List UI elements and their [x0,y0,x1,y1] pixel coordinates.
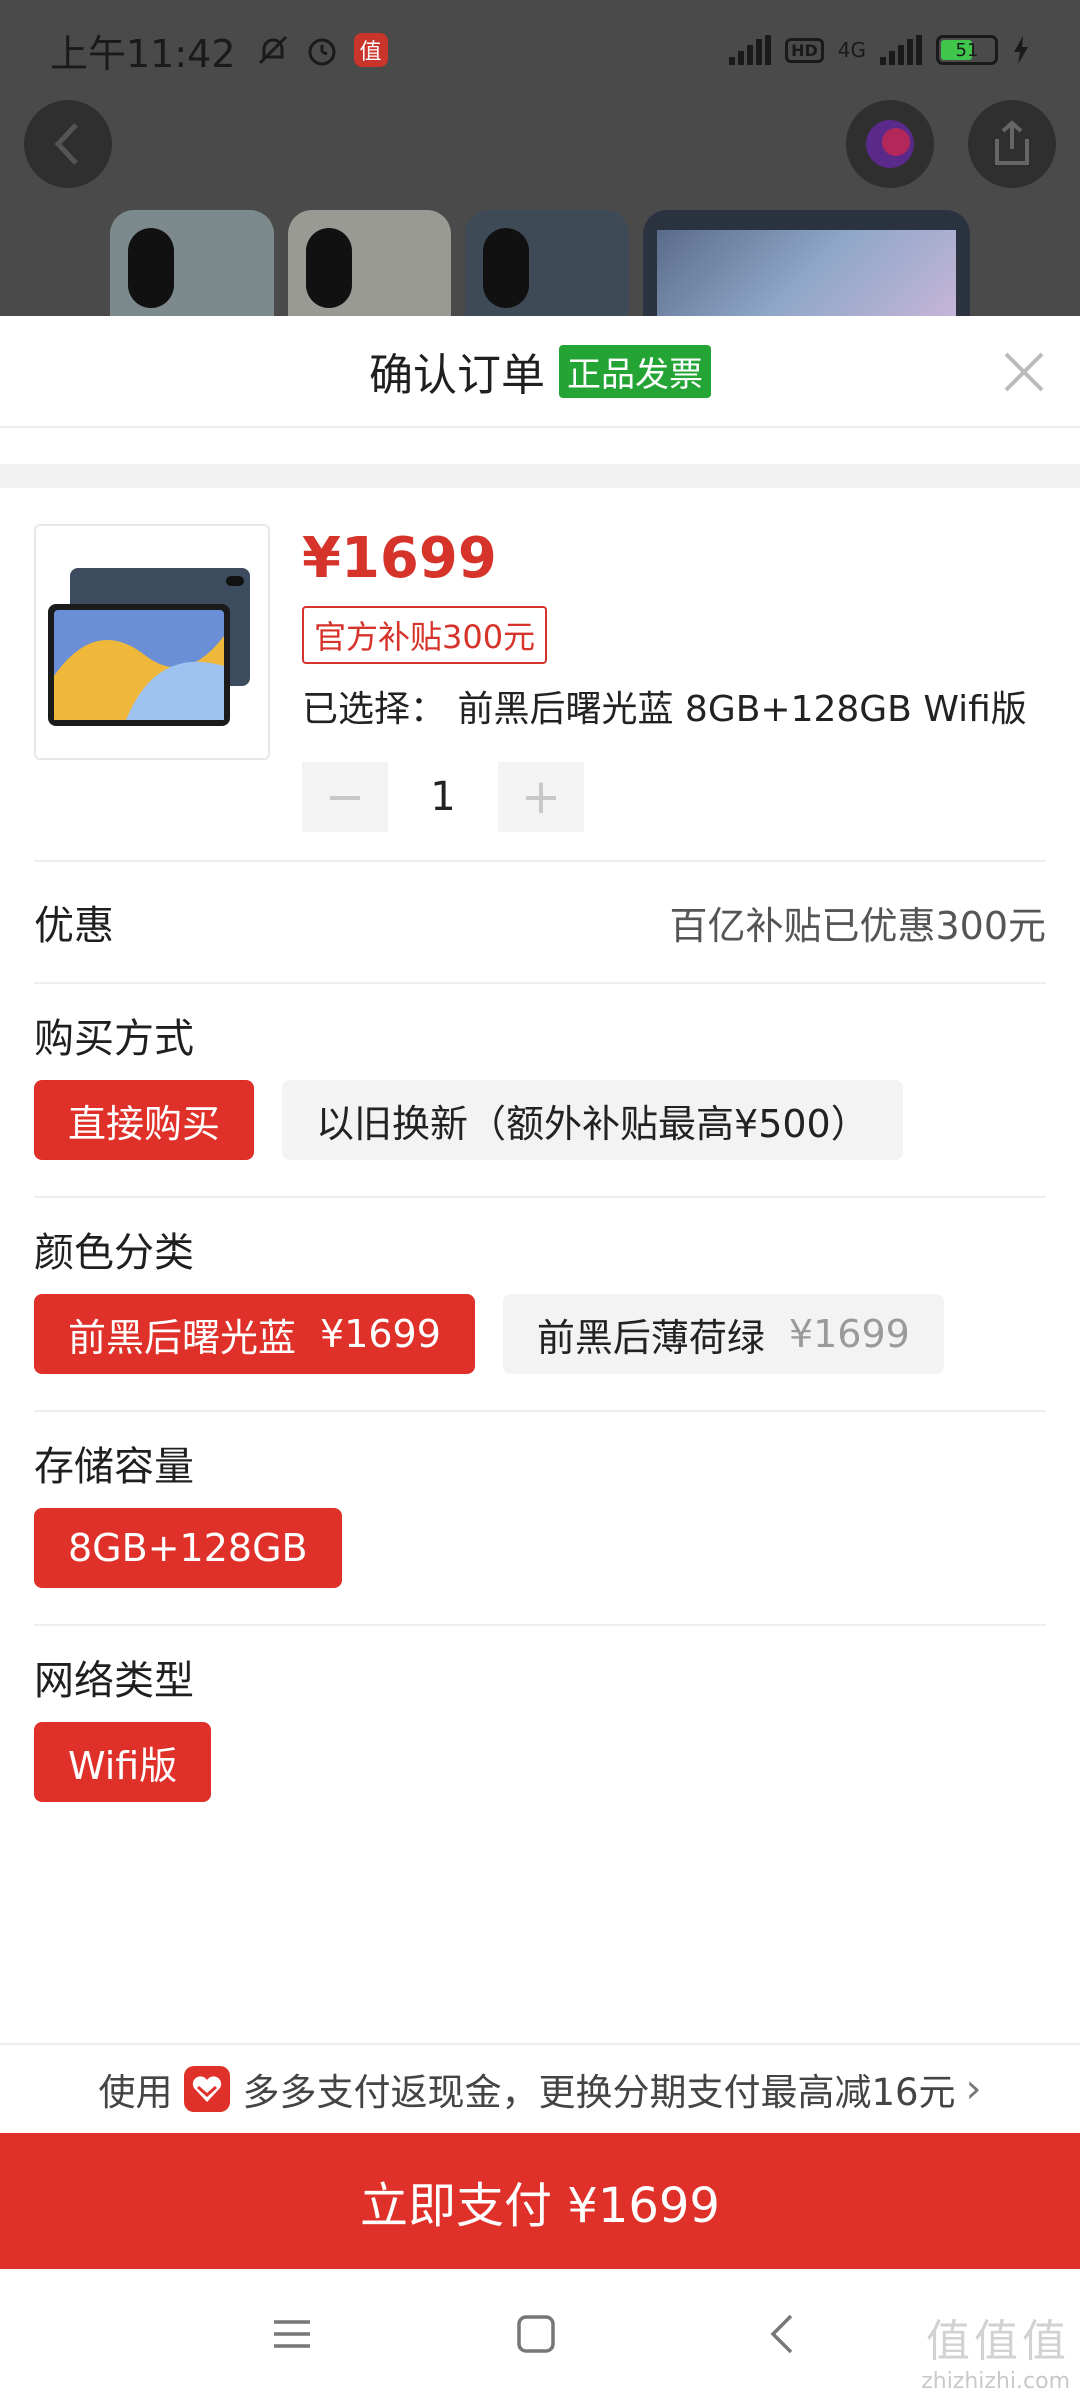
watermark-url: zhizhizhi.com [921,2369,1070,2394]
watermark-logo: 值值值 [926,2316,1070,2367]
system-nav-bar: 值值值 zhizhizhi.com [0,2269,1080,2400]
option-storage-8-128[interactable]: 8GB+128GB [34,1508,342,1588]
color-title: 颜色分类 [34,1230,194,1276]
promo-prefix: 使用 [98,2071,173,2114]
pay-now-button[interactable]: 立即支付 ¥1699 [0,2133,1080,2269]
increase-button[interactable]: + [498,762,584,832]
selected-spec: 已选择： 前黑后曙光蓝 8GB+128GB Wifi版 [302,680,1027,732]
battery-level: 51 [955,39,979,61]
close-icon[interactable] [998,346,1050,398]
back-button[interactable] [24,100,112,188]
watermark: 值值值 zhizhizhi.com [921,2305,1070,2394]
color-blue-label: 前黑后曙光蓝 [68,1315,297,1360]
subsidy-tag: 官方补贴300元 [302,606,548,664]
nav-back-icon [770,2314,793,2354]
quantity-value[interactable]: 1 [388,774,498,820]
hero-device-2 [287,210,452,320]
color-mint-label: 前黑后薄荷绿 [536,1315,765,1360]
alarm-icon [308,38,336,66]
color-mint-price: ¥1699 [788,1312,910,1356]
option-trade-in[interactable]: 以旧换新（额外补贴最高¥500） [282,1080,903,1160]
menu-icon [274,2320,310,2348]
heart-icon [184,2066,231,2112]
selected-value: 前黑后曙光蓝 8GB+128GB Wifi版 [457,689,1027,730]
share-button[interactable] [968,100,1056,188]
hd-badge: HD [785,37,824,63]
sheet-title: 确认订单 [369,350,545,401]
option-color-blue[interactable]: 前黑后曙光蓝 ¥1699 [34,1294,475,1374]
purchase-method-section: 购买方式 直接购买 以旧换新（额外补贴最高¥500） [0,984,1080,1196]
decrease-button[interactable]: − [302,762,388,832]
status-bar: 上午11:42 值 HD 4G 51 [0,0,1080,100]
option-wifi[interactable]: Wifi版 [34,1722,212,1802]
back-icon [54,123,78,165]
hero-device-4 [642,210,970,320]
home-button[interactable] [506,2309,566,2359]
discount-value: 百亿补贴已优惠300元 [669,903,1046,948]
signal-icon-2 [880,35,922,65]
selected-label: 已选择： [302,689,447,730]
storage-title: 存储容量 [34,1444,194,1490]
network-section: 网络类型 Wifi版 [0,1626,1080,1838]
tablet-image [48,568,250,726]
signal-icon [729,35,772,65]
network-title: 网络类型 [34,1658,194,1704]
storage-section: 存储容量 8GB+128GB [0,1412,1080,1624]
discount-row: 优惠 百亿补贴已优惠300元 [0,862,1080,982]
quantity-stepper: − 1 + [302,762,584,832]
product-hero-images [110,210,970,320]
menu-button[interactable] [262,2309,322,2359]
chevron-right-icon: › [965,2066,982,2112]
share-icon [995,120,1029,165]
product-summary: ¥1699 官方补贴300元 已选择： 前黑后曙光蓝 8GB+128GB Wif… [0,488,1080,860]
sheet-header: 确认订单 正品发票 [0,316,1080,428]
nav-back-button[interactable] [752,2309,812,2359]
hero-device-3 [465,210,629,320]
separator-band [0,464,1080,488]
background-page: 上午11:42 值 HD 4G 51 [0,0,1080,320]
app-notification-icon: 值 [353,33,388,67]
battery-icon: 51 [936,35,998,65]
color-section: 颜色分类 前黑后曙光蓝 ¥1699 前黑后薄荷绿 ¥1699 [0,1198,1080,1410]
brand-logo-icon [866,120,914,168]
mute-icon [258,35,287,65]
home-icon [517,2315,555,2353]
product-thumbnail [34,524,270,760]
charging-icon [1014,36,1028,64]
brand-button[interactable] [846,100,934,188]
product-price: ¥1699 [302,526,497,591]
network-type: 4G [837,38,866,62]
option-direct-buy[interactable]: 直接购买 [34,1080,255,1160]
promo-text: 多多支付返现金，更换分期支付最高减16元 [242,2071,956,2114]
hero-device-1 [110,210,274,320]
payment-promo-bar[interactable]: 使用 多多支付返现金，更换分期支付最高减16元 › [0,2043,1080,2133]
option-color-mint[interactable]: 前黑后薄荷绿 ¥1699 [502,1294,944,1374]
purchase-method-title: 购买方式 [34,1016,194,1062]
status-time: 上午11:42 [50,31,236,76]
discount-label: 优惠 [34,903,114,949]
color-blue-price: ¥1699 [320,1312,441,1356]
invoice-badge: 正品发票 [559,344,711,398]
